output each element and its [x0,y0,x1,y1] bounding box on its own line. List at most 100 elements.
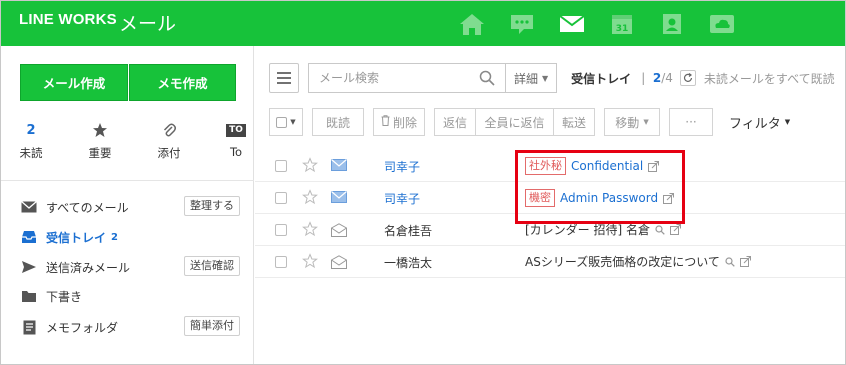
folder-drafts[interactable]: 下書き [20,286,240,306]
contacts-icon[interactable] [647,1,697,46]
chevron-down-icon: ▼ [542,73,549,83]
star-toggle-icon[interactable] [302,221,318,240]
row-checkbox[interactable] [275,192,287,204]
memo-icon [20,320,38,334]
security-tag: 社外秘 [525,157,566,175]
folder-sent[interactable]: 送信済みメール 送信確認 [20,256,240,277]
sidebar: メール作成 メモ作成 2 未読 重要 添付 TO To すべてのメール 整理する… [1,46,254,364]
star-toggle-icon[interactable] [302,253,318,272]
mail-row[interactable]: 司幸子 機密 Admin Password [255,182,845,214]
all-mail-icon [20,200,38,214]
mail-sender[interactable]: 名倉桂吾 [384,222,432,239]
quick-filter-attachment[interactable]: 添付 [153,121,185,161]
magnifier-icon[interactable] [725,256,735,267]
mail-subject[interactable]: [カレンダー 招待] 名倉 [525,221,681,238]
mail-row[interactable]: 一橋浩太 ASシリーズ販売価格の改定について [255,246,845,278]
mail-sender[interactable]: 一橋浩太 [384,254,432,271]
move-dropdown[interactable]: 移動 ▼ [604,108,660,136]
inbox-icon [20,230,38,244]
reply-all-button[interactable]: 全員に返信 [476,108,554,136]
sent-icon [20,260,38,274]
send-check-button[interactable]: 送信確認 [184,256,240,276]
organize-button[interactable]: 整理する [184,196,240,216]
mail-row[interactable]: 司幸子 社外秘 Confidential [255,150,845,182]
chat-icon[interactable] [497,1,547,46]
unread-envelope-icon [331,191,347,206]
star-icon [84,121,116,139]
folder-inbox[interactable]: 受信トレイ 2 [20,227,240,247]
mail-sender[interactable]: 司幸子 [384,190,420,207]
quick-filter-important[interactable]: 重要 [84,121,116,161]
mail-row[interactable]: 名倉桂吾 [カレンダー 招待] 名倉 [255,214,845,246]
trash-icon [381,115,390,129]
open-new-window-icon[interactable] [663,192,675,204]
mark-all-read-link[interactable]: 未読メールをすべて既読 [704,70,835,87]
action-toolbar: ▼ 既読 削除 返信 全員に返信 転送 移動 ▼ ··· フィルタ ▼ [269,108,790,136]
open-new-window-icon[interactable] [670,224,681,235]
move-label: 移動 [615,115,640,130]
mail-list-pane: 詳細 ▼ 受信トレイ | 2/4 未読メールをすべて既読 ▼ 既読 削除 [255,46,845,364]
menu-toggle-button[interactable] [269,63,299,93]
read-envelope-icon [331,223,347,240]
folder-all-mail[interactable]: すべてのメール 整理する [20,196,240,217]
unread-envelope-icon [331,159,347,174]
quick-filter-label: 未読 [19,146,43,160]
calendar-icon[interactable]: 31 [597,1,647,46]
drive-icon[interactable] [697,1,747,46]
reply-button[interactable]: 返信 [434,108,476,136]
compose-buttons: メール作成 メモ作成 [20,64,236,101]
star-toggle-icon[interactable] [302,157,318,176]
compose-memo-button[interactable]: メモ作成 [129,64,236,101]
quick-filter-unread[interactable]: 2 未読 [15,121,47,161]
forward-button[interactable]: 転送 [554,108,595,136]
mail-subject[interactable]: 社外秘 Confidential [525,157,660,175]
drafts-folder-icon [20,289,38,303]
page-total: /4 [661,71,673,85]
folder-memo[interactable]: メモフォルダ 簡単添付 [20,316,240,337]
open-new-window-icon[interactable] [648,160,660,172]
search-icon[interactable] [479,70,495,89]
mail-subject[interactable]: ASシリーズ販売価格の改定について [525,253,751,270]
search-box [308,63,506,93]
select-all-checkbox[interactable]: ▼ [269,108,303,136]
filter-dropdown[interactable]: フィルタ ▼ [729,113,790,132]
brand-logo[interactable]: LINE WORKS [19,11,117,28]
refresh-icon[interactable] [679,70,696,86]
mark-read-button[interactable]: 既読 [312,108,364,136]
advanced-search-dropdown[interactable]: 詳細 ▼ [506,63,558,93]
quick-filter-label: To [229,145,243,159]
search-input[interactable] [319,71,469,85]
app-window: LINE WORKS メール 31 メール作成 メモ作成 2 未読 重要 添付 … [0,0,846,365]
easy-attach-button[interactable]: 簡単添付 [184,316,240,336]
subject-text: Confidential [571,159,644,173]
row-checkbox[interactable] [275,224,287,236]
sidebar-divider [1,180,254,181]
folder-name: メモフォルダ [46,320,119,335]
top-nav: 31 [447,1,747,46]
calendar-day: 31 [616,24,629,34]
magnifier-icon[interactable] [655,224,665,235]
open-new-window-icon[interactable] [739,256,751,267]
compose-mail-button[interactable]: メール作成 [20,64,128,101]
checkbox-icon [276,116,288,128]
subject-text: [カレンダー 招待] 名倉 [525,223,650,237]
paperclip-icon [153,121,185,139]
more-button[interactable]: ··· [669,108,713,136]
mail-icon[interactable] [547,1,597,46]
mail-subject[interactable]: 機密 Admin Password [525,189,675,207]
subject-text: ASシリーズ販売価格の改定について [525,255,720,269]
folder-name: 送信済みメール [46,260,131,275]
folder-name: 下書き [46,289,83,304]
quick-filter-to[interactable]: TO To [221,121,251,159]
unread-count-badge: 2 [111,231,118,243]
delete-label: 削除 [392,115,417,130]
star-toggle-icon[interactable] [302,189,318,208]
read-envelope-icon [331,255,347,272]
row-checkbox[interactable] [275,256,287,268]
home-icon[interactable] [447,1,497,46]
chevron-down-icon: ▼ [643,118,649,126]
row-checkbox[interactable] [275,160,287,172]
security-tag: 機密 [525,189,555,207]
mail-sender[interactable]: 司幸子 [384,158,420,175]
delete-button[interactable]: 削除 [373,108,425,136]
